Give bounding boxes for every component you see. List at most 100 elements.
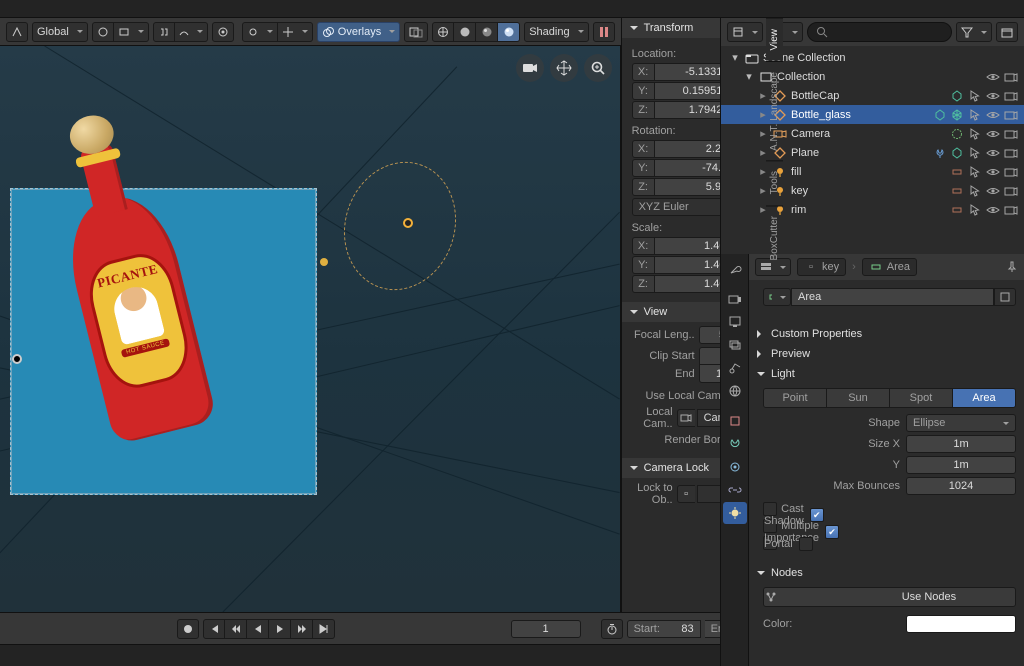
cursor-icon[interactable] <box>968 184 982 198</box>
shading-solid-icon[interactable] <box>454 22 476 42</box>
current-frame-field[interactable]: 1 <box>511 620 581 638</box>
cursor-icon[interactable] <box>968 127 982 141</box>
render-icon[interactable] <box>1004 203 1018 217</box>
eye-icon[interactable] <box>986 165 1000 179</box>
viewport-pan-icon[interactable] <box>550 54 578 82</box>
play-icon[interactable] <box>269 619 291 639</box>
outliner-display-mode[interactable] <box>727 22 763 42</box>
stopwatch-icon[interactable] <box>601 619 623 639</box>
start-frame-field[interactable]: Start:83 <box>627 620 701 638</box>
n-tab-view[interactable]: View <box>766 18 783 61</box>
pause-render-icon[interactable] <box>593 22 615 42</box>
prop-tab-constraint-icon[interactable] <box>723 479 747 501</box>
viewport-zoom-icon[interactable] <box>584 54 612 82</box>
new-datablock-icon[interactable] <box>994 288 1016 306</box>
visibility-dropdown[interactable] <box>242 22 278 42</box>
cursor-icon[interactable] <box>968 203 982 217</box>
prop-tab-output-icon[interactable] <box>723 311 747 333</box>
n-tab-ant[interactable]: A.N.T. Landscape <box>766 61 783 161</box>
light-panel-header[interactable]: Light <box>749 364 1024 384</box>
cursor-icon[interactable] <box>968 108 982 122</box>
gizmo-dropdown[interactable] <box>278 22 313 42</box>
camera-icon <box>677 409 695 427</box>
prop-tab-physics-icon[interactable] <box>723 456 747 478</box>
cast-shadow-checkbox[interactable] <box>810 508 824 522</box>
pivot-dropdown[interactable] <box>92 22 114 42</box>
shading-matprev-icon[interactable] <box>476 22 498 42</box>
expander-icon[interactable]: ▾ <box>729 51 741 64</box>
nodes-panel-header[interactable]: Nodes <box>749 563 1024 583</box>
breadcrumb-data[interactable]: Area <box>862 258 917 276</box>
eye-icon[interactable] <box>986 70 1000 84</box>
outliner-new-collection-icon[interactable] <box>996 22 1018 42</box>
play-reverse-icon[interactable] <box>247 619 269 639</box>
render-icon[interactable] <box>1004 127 1018 141</box>
custom-props-header[interactable]: Custom Properties <box>749 324 1024 344</box>
outliner-search-input[interactable] <box>807 22 952 42</box>
jump-end-icon[interactable] <box>313 619 335 639</box>
eye-icon[interactable] <box>986 89 1000 103</box>
proportional-icon[interactable] <box>212 22 234 42</box>
sizey-field[interactable]: 1m <box>906 456 1016 474</box>
snap-settings[interactable] <box>175 22 208 42</box>
pin-icon[interactable] <box>1006 261 1018 273</box>
orientation-dropdown[interactable]: Global <box>32 22 88 42</box>
eye-icon[interactable] <box>986 146 1000 160</box>
record-icon[interactable] <box>177 619 199 639</box>
light-type-spot[interactable]: Spot <box>890 389 953 407</box>
eye-icon[interactable] <box>986 127 1000 141</box>
prop-tab-render-icon[interactable] <box>723 288 747 310</box>
prop-tab-object-icon[interactable] <box>723 410 747 432</box>
eye-icon[interactable] <box>986 203 1000 217</box>
sizex-field[interactable]: 1m <box>906 435 1016 453</box>
datablock-browse-icon[interactable] <box>763 288 791 306</box>
snap-dropdown[interactable] <box>114 22 149 42</box>
light-color-swatch[interactable] <box>906 615 1016 633</box>
prop-tab-world-icon[interactable] <box>723 380 747 402</box>
light-type-point[interactable]: Point <box>764 389 827 407</box>
render-icon[interactable] <box>1004 184 1018 198</box>
render-icon[interactable] <box>1004 108 1018 122</box>
shading-render-icon[interactable] <box>498 22 520 42</box>
multi-importance-checkbox[interactable] <box>825 525 839 539</box>
timeline-body[interactable] <box>0 644 785 666</box>
overlays-dropdown[interactable]: Overlays <box>317 22 400 42</box>
cursor-icon[interactable] <box>968 165 982 179</box>
render-icon[interactable] <box>1004 89 1018 103</box>
prop-tab-tool-icon[interactable] <box>723 258 747 280</box>
jump-start-icon[interactable] <box>203 619 225 639</box>
prop-tab-modifier-icon[interactable] <box>723 433 747 455</box>
prop-tab-objectdata-icon[interactable] <box>723 502 747 524</box>
viewport-camera-icon[interactable] <box>516 54 544 82</box>
render-icon[interactable] <box>1004 70 1018 84</box>
eye-icon[interactable] <box>986 108 1000 122</box>
preview-header[interactable]: Preview <box>749 344 1024 364</box>
cursor-icon[interactable] <box>968 89 982 103</box>
snap-toggle[interactable] <box>153 22 175 42</box>
mode-menu-icon[interactable] <box>6 22 28 42</box>
max-bounces-field[interactable]: 1024 <box>906 477 1016 495</box>
prev-keyframe-icon[interactable] <box>225 619 247 639</box>
datablock-name-field[interactable]: Area <box>791 288 994 306</box>
prop-tab-viewlayer-icon[interactable] <box>723 334 747 356</box>
expander-icon[interactable]: ▾ <box>743 70 755 83</box>
next-keyframe-icon[interactable] <box>291 619 313 639</box>
light-type-sun[interactable]: Sun <box>827 389 890 407</box>
outliner-filter-icon[interactable] <box>956 22 992 42</box>
portal-checkbox[interactable] <box>799 537 813 551</box>
render-icon[interactable] <box>1004 146 1018 160</box>
shading-dropdown[interactable]: Shading <box>524 22 588 42</box>
shading-wire-icon[interactable] <box>432 22 454 42</box>
eye-icon[interactable] <box>986 184 1000 198</box>
cursor-icon[interactable] <box>968 146 982 160</box>
breadcrumb-object[interactable]: ▫key <box>797 258 846 276</box>
shape-dropdown[interactable]: Ellipse <box>906 414 1016 432</box>
xray-toggle[interactable] <box>404 22 428 42</box>
viewport-3d[interactable]: PICANTE HOT SAUCE <box>0 46 621 612</box>
prop-tab-scene-icon[interactable] <box>723 357 747 379</box>
light-type-area[interactable]: Area <box>953 389 1015 407</box>
render-icon[interactable] <box>1004 165 1018 179</box>
use-nodes-button[interactable]: Use Nodes <box>763 587 1016 607</box>
n-tab-tools[interactable]: Tools <box>766 160 783 204</box>
n-tab-boxcutter[interactable]: BoxCutter <box>766 205 783 270</box>
